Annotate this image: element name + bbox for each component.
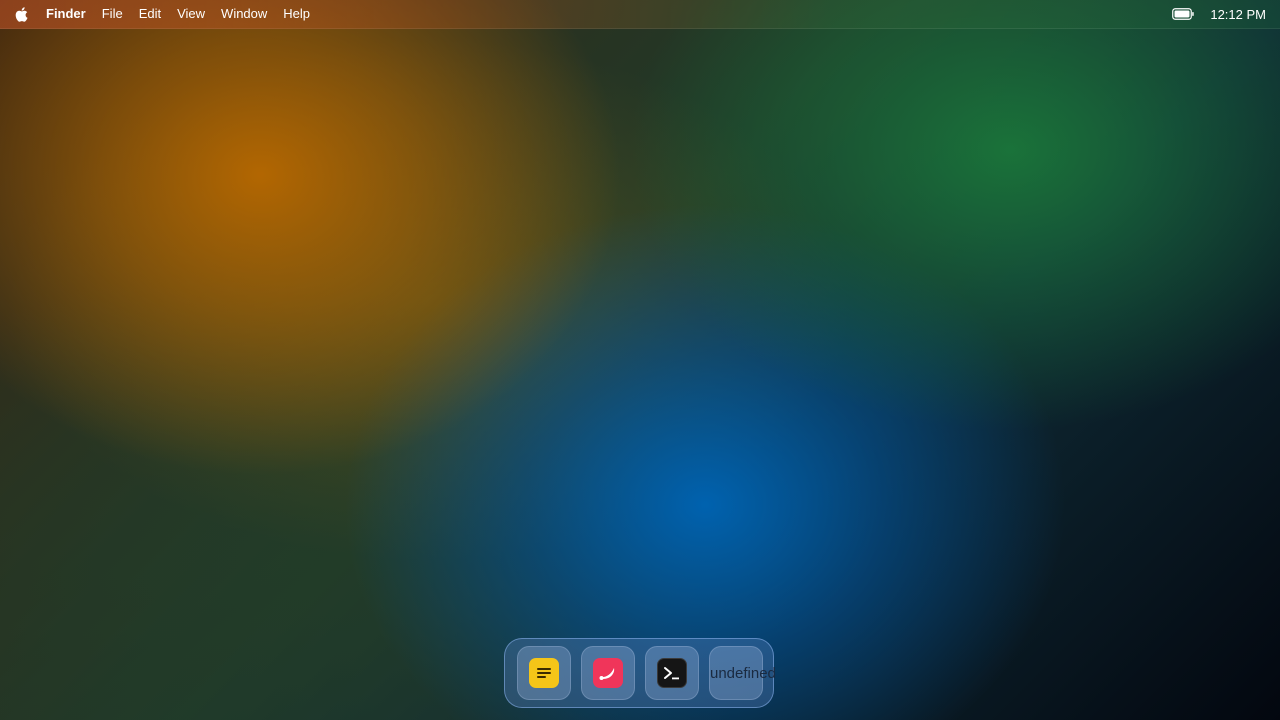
menu-bar: Finder File Edit View Window Help 12:12 … [0, 0, 1280, 29]
menu-app-name[interactable]: Finder [46, 0, 86, 28]
menu-file[interactable]: File [102, 0, 123, 28]
desktop[interactable]: Finder File Edit View Window Help 12:12 … [0, 0, 1280, 720]
dock-item-undefined[interactable]: undefined [709, 646, 776, 700]
menu-window[interactable]: Window [221, 0, 267, 28]
terminal-icon [657, 658, 687, 688]
swoosh-icon [593, 658, 623, 688]
menu-edit[interactable]: Edit [139, 0, 161, 28]
dock: undefined [504, 638, 776, 708]
dock-item-label: undefined [710, 665, 776, 682]
notes-icon [529, 658, 559, 688]
apple-icon[interactable] [14, 6, 28, 22]
dock-item-notes[interactable] [517, 646, 571, 700]
dock-item-drawing[interactable] [581, 646, 635, 700]
dock-item-terminal[interactable] [645, 646, 699, 700]
menu-bar-right: 12:12 PM [1172, 0, 1280, 28]
menu-clock[interactable]: 12:12 PM [1210, 7, 1266, 22]
menu-help[interactable]: Help [283, 0, 310, 28]
battery-icon[interactable] [1172, 8, 1195, 20]
menu-bar-left: Finder File Edit View Window Help [0, 0, 326, 28]
menu-view[interactable]: View [177, 0, 205, 28]
